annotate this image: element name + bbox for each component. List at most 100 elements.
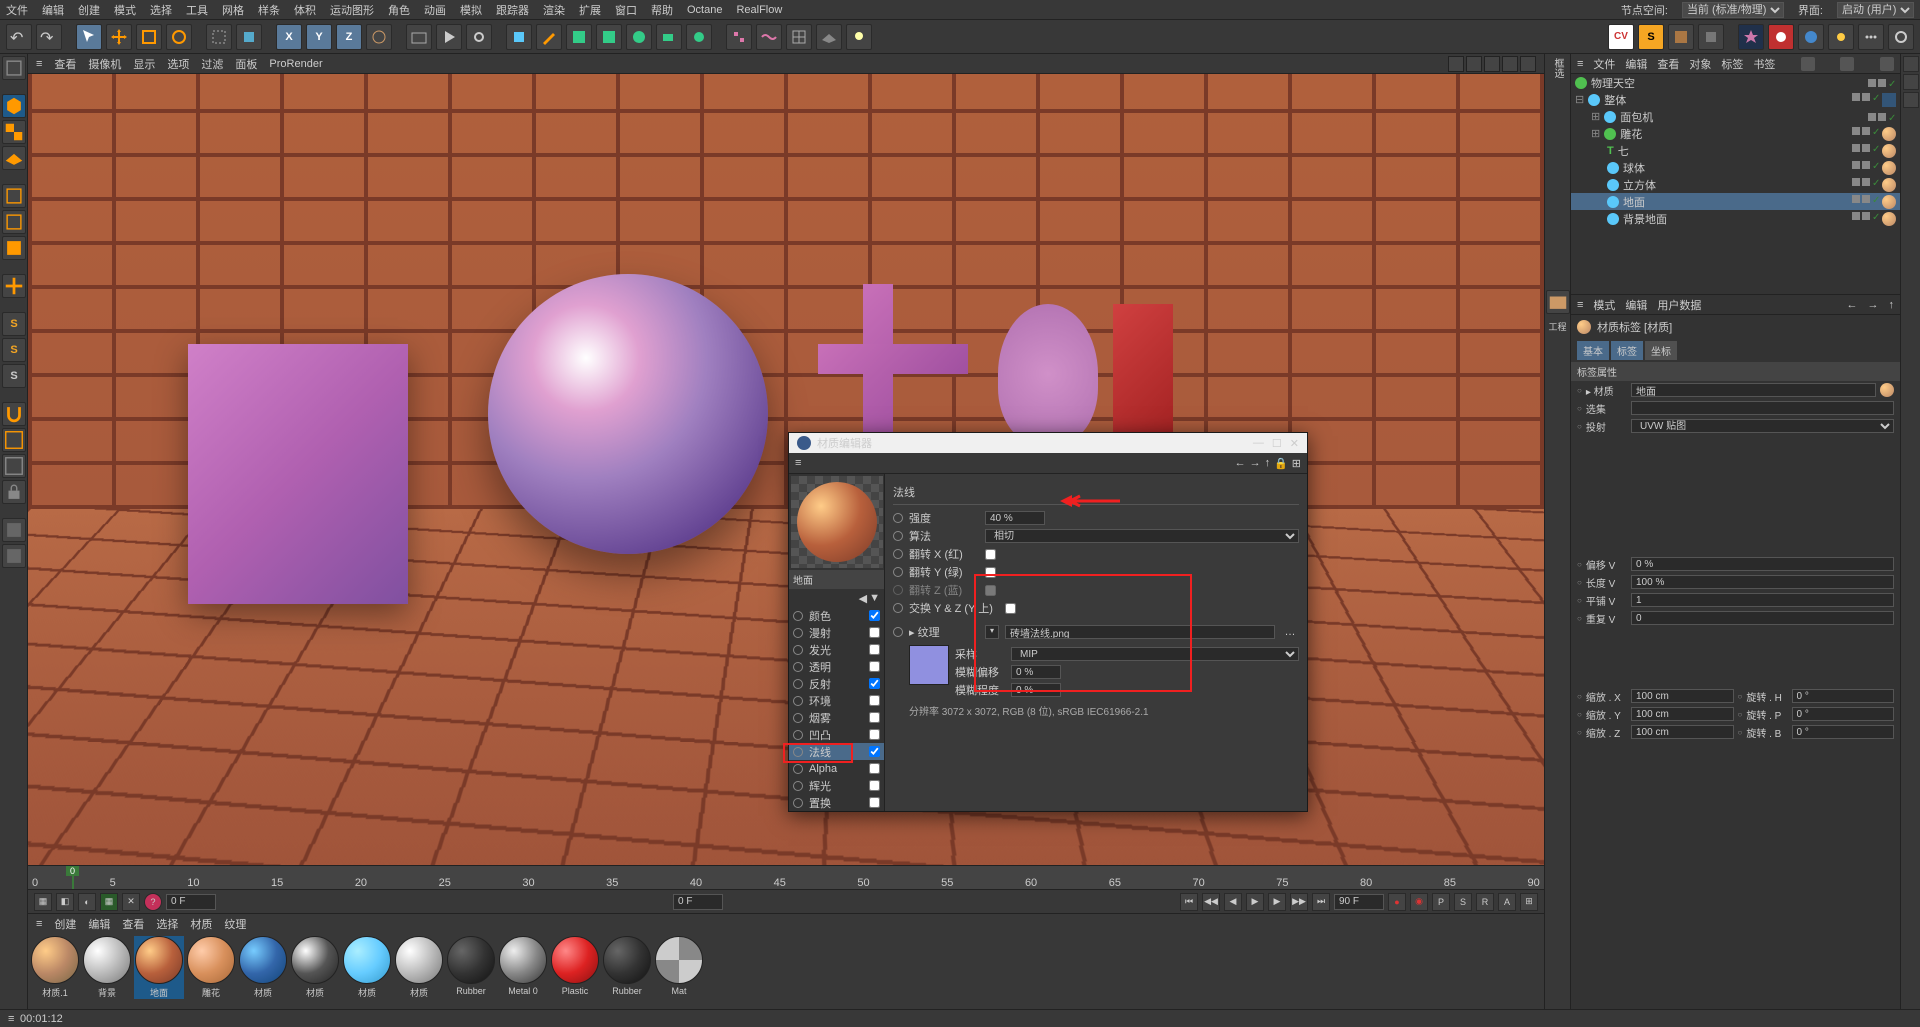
tree-row-1[interactable]: ⊟ 整体✓ bbox=[1571, 91, 1900, 108]
tree-row-8[interactable]: 背景地面✓ bbox=[1571, 210, 1900, 227]
burger-icon[interactable]: ≡ bbox=[8, 1013, 14, 1025]
channel-checkbox[interactable] bbox=[869, 661, 880, 672]
add-camera-button[interactable] bbox=[656, 24, 682, 50]
menu-file[interactable]: 文件 bbox=[6, 2, 28, 18]
object-flags[interactable]: ✓ bbox=[1852, 195, 1896, 209]
add-light-button[interactable] bbox=[686, 24, 712, 50]
add-deformer-button[interactable] bbox=[596, 24, 622, 50]
rf-rec[interactable] bbox=[1768, 24, 1794, 50]
blurscl-input[interactable] bbox=[1011, 683, 1061, 697]
xp2[interactable]: ◧ bbox=[56, 893, 74, 911]
snap-button[interactable]: S bbox=[2, 312, 26, 336]
prev-frame-button[interactable]: ◀ bbox=[1224, 893, 1242, 911]
material-name-label[interactable]: 地面 bbox=[789, 570, 884, 589]
menu-simulate[interactable]: 模拟 bbox=[460, 2, 482, 18]
attr-input[interactable] bbox=[1631, 383, 1876, 397]
texture-mode-button[interactable] bbox=[2, 120, 26, 144]
attr-nav-fwd[interactable]: → bbox=[1868, 299, 1879, 311]
undo-button[interactable] bbox=[6, 24, 32, 50]
me-prev[interactable]: ◀ bbox=[859, 592, 867, 605]
material-tag-icon[interactable] bbox=[1882, 212, 1896, 226]
channel-烟雾[interactable]: 烟雾 bbox=[789, 709, 884, 726]
obj-bookmarks[interactable]: 书签 bbox=[1753, 56, 1775, 72]
xp6[interactable]: ? bbox=[144, 893, 162, 911]
extra2-button[interactable] bbox=[2, 544, 26, 568]
vp-nav1[interactable] bbox=[1448, 56, 1464, 72]
rf-node1[interactable] bbox=[1738, 24, 1764, 50]
vp-menu-view[interactable]: 查看 bbox=[54, 56, 76, 72]
key-s[interactable]: S bbox=[1454, 893, 1472, 911]
channel-透明[interactable]: 透明 bbox=[789, 658, 884, 675]
edge-mode-button[interactable] bbox=[2, 210, 26, 234]
attr-tab-coord[interactable]: 坐标 bbox=[1645, 341, 1677, 360]
vp-nav2[interactable] bbox=[1466, 56, 1482, 72]
magnet-button[interactable] bbox=[2, 402, 26, 426]
next-frame-button[interactable]: ▶ bbox=[1268, 893, 1286, 911]
attr-mode[interactable]: 模式 bbox=[1593, 297, 1615, 313]
sample-select[interactable]: MIP bbox=[1011, 647, 1299, 661]
rec-button[interactable]: ● bbox=[1388, 893, 1406, 911]
attr-tab-tag[interactable]: 标签 bbox=[1611, 341, 1643, 360]
tree-row-3[interactable]: ⊞ 雕花✓ bbox=[1571, 125, 1900, 142]
material-thumb-6[interactable]: 材质 bbox=[342, 936, 392, 999]
key-pla[interactable]: ⊞ bbox=[1520, 893, 1538, 911]
me-nav-back[interactable]: ← bbox=[1235, 457, 1246, 470]
tex-browse[interactable]: … bbox=[1281, 626, 1299, 638]
material-tag-icon[interactable] bbox=[1882, 195, 1896, 209]
attr-input[interactable] bbox=[1631, 557, 1894, 571]
xp3[interactable]: ◐ bbox=[78, 893, 96, 911]
object-flags[interactable]: ✓ bbox=[1852, 127, 1896, 141]
add-env-button[interactable] bbox=[626, 24, 652, 50]
material-swatch-icon[interactable] bbox=[1880, 383, 1894, 397]
uv-button[interactable] bbox=[1668, 24, 1694, 50]
snap3-button[interactable]: S bbox=[2, 364, 26, 388]
obj-eye-icon[interactable] bbox=[1840, 57, 1854, 71]
material-tag-icon[interactable] bbox=[1882, 144, 1896, 158]
render-settings-button[interactable] bbox=[466, 24, 492, 50]
vp-menu-panel[interactable]: 面板 bbox=[235, 56, 257, 72]
key-a[interactable]: A bbox=[1498, 893, 1516, 911]
attr-input[interactable] bbox=[1631, 689, 1734, 703]
rf-dots[interactable] bbox=[1858, 24, 1884, 50]
x-axis-toggle[interactable]: X bbox=[276, 24, 302, 50]
expand-icon[interactable]: ⊞ bbox=[1591, 127, 1600, 140]
close-button[interactable]: ✕ bbox=[1290, 437, 1299, 450]
key-p[interactable]: P bbox=[1432, 893, 1450, 911]
me-nav-pop[interactable]: ⊞ bbox=[1292, 457, 1301, 470]
normal-map-swatch[interactable] bbox=[909, 645, 949, 685]
object-flags[interactable]: ✓ bbox=[1852, 144, 1896, 158]
menu-volume[interactable]: 体积 bbox=[294, 2, 316, 18]
material-thumb-2[interactable]: 地面 bbox=[134, 936, 184, 999]
attr-input[interactable] bbox=[1631, 575, 1894, 589]
material-thumb-4[interactable]: 材质 bbox=[238, 936, 288, 999]
attr-input[interactable] bbox=[1631, 401, 1894, 415]
channel-checkbox[interactable] bbox=[869, 610, 880, 621]
floor-button[interactable] bbox=[816, 24, 842, 50]
attr-tab-basic[interactable]: 基本 bbox=[1577, 341, 1609, 360]
vp-nav5[interactable] bbox=[1520, 56, 1536, 72]
channel-checkbox[interactable] bbox=[869, 729, 880, 740]
channel-Alpha[interactable]: Alpha bbox=[789, 760, 884, 777]
obj-search-icon[interactable] bbox=[1801, 57, 1815, 71]
autokey-button[interactable]: ◉ bbox=[1410, 893, 1428, 911]
attr-select[interactable]: UVW 贴图 bbox=[1631, 419, 1894, 433]
tree-row-6[interactable]: 立方体✓ bbox=[1571, 176, 1900, 193]
xp4[interactable]: ▦ bbox=[100, 893, 118, 911]
obj-file[interactable]: 文件 bbox=[1593, 56, 1615, 72]
channel-漫射[interactable]: 漫射 bbox=[789, 624, 884, 641]
mat-burger[interactable]: ≡ bbox=[36, 918, 42, 930]
mat-view[interactable]: 查看 bbox=[122, 916, 144, 932]
attr-input[interactable] bbox=[1631, 707, 1734, 721]
menu-window[interactable]: 窗口 bbox=[615, 2, 637, 18]
vp-menu-options[interactable]: 选项 bbox=[167, 56, 189, 72]
channel-法线[interactable]: 法线 bbox=[789, 743, 884, 760]
swap-checkbox[interactable] bbox=[1005, 603, 1016, 614]
menu-tracker[interactable]: 跟踪器 bbox=[496, 2, 529, 18]
channel-颜色[interactable]: 颜色 bbox=[789, 607, 884, 624]
attr-input[interactable] bbox=[1792, 689, 1895, 703]
tree-row-7[interactable]: 地面✓ bbox=[1571, 193, 1900, 210]
vp-menu-burger[interactable]: ≡ bbox=[36, 58, 42, 70]
fr3[interactable] bbox=[1903, 92, 1919, 108]
fr2[interactable] bbox=[1903, 74, 1919, 90]
attr-nav-up[interactable]: ↑ bbox=[1889, 299, 1895, 311]
